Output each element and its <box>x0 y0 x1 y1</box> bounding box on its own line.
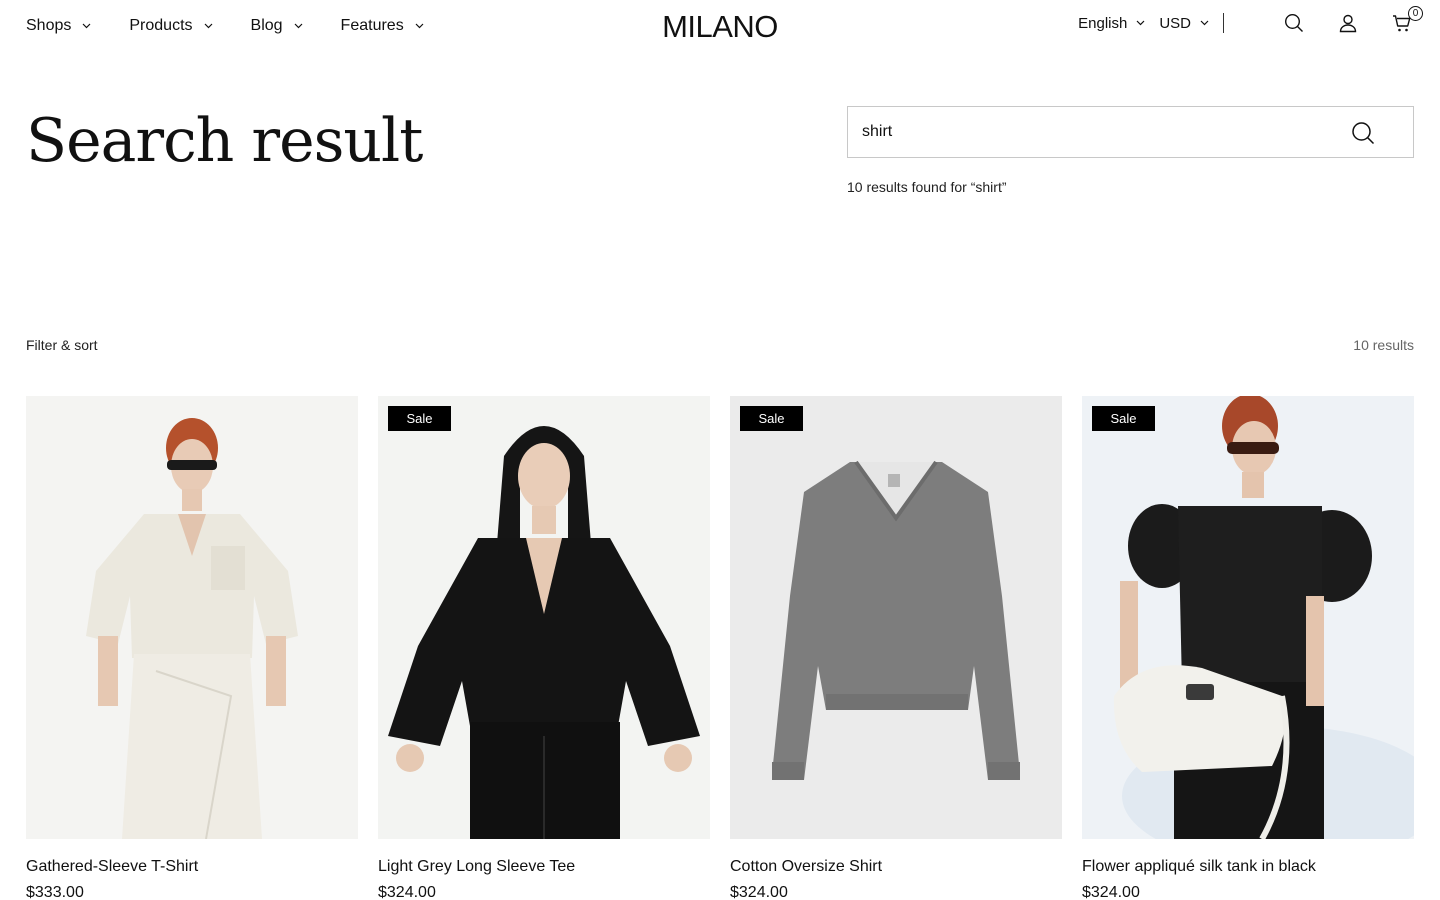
product-name[interactable]: Gathered-Sleeve T-Shirt <box>26 858 358 876</box>
product-price: $324.00 <box>1082 884 1140 900</box>
main-nav: Shops Products Blog Features <box>26 17 462 35</box>
chevron-down-icon <box>82 23 91 29</box>
header-divider <box>1223 13 1224 33</box>
currency-selector[interactable]: USD <box>1159 15 1209 32</box>
chevron-down-icon <box>1200 20 1209 26</box>
site-logo[interactable]: MILANO <box>662 9 778 44</box>
result-count: 10 results <box>1353 337 1414 353</box>
site-header: Shops Products Blog Features MILANO Engl… <box>0 0 1440 56</box>
product-name[interactable]: Light Grey Long Sleeve Tee <box>378 858 710 876</box>
nav-blog[interactable]: Blog <box>251 17 303 35</box>
nav-shops[interactable]: Shops <box>26 17 91 35</box>
product-name[interactable]: Cotton Oversize Shirt <box>730 858 1062 876</box>
page-title: Search result <box>26 106 423 176</box>
sale-badge: Sale <box>740 406 803 431</box>
nav-shops-label: Shops <box>26 17 72 34</box>
chevron-down-icon <box>415 23 424 29</box>
nav-features[interactable]: Features <box>341 17 424 35</box>
product-price: $324.00 <box>378 884 436 900</box>
cart-count-badge: 0 <box>1408 6 1423 21</box>
chevron-down-icon <box>204 23 212 29</box>
header-tools: English USD 0 <box>1078 6 1423 33</box>
sale-badge: Sale <box>388 406 451 431</box>
chevron-down-icon <box>294 23 302 29</box>
cart-button[interactable]: 0 <box>1392 6 1423 33</box>
nav-blog-label: Blog <box>250 17 283 34</box>
language-selector[interactable]: English <box>1078 15 1145 32</box>
currency-label: USD <box>1159 14 1191 32</box>
results-found-text: 10 results found for “shirt” <box>847 179 1007 195</box>
product-name[interactable]: Flower appliqué silk tank in black <box>1082 858 1414 876</box>
nav-products[interactable]: Products <box>129 17 212 35</box>
product-card[interactable]: Sale Flower appliqué silk tank in black … <box>1082 396 1414 900</box>
product-image[interactable]: Sale <box>730 396 1062 839</box>
chevron-down-icon <box>1136 20 1145 26</box>
product-price: $333.00 <box>26 884 84 900</box>
product-grid: Gathered-Sleeve T-Shirt $333.00 Sale Lig… <box>26 396 1414 900</box>
search-form <box>847 106 1414 158</box>
filter-sort-button[interactable]: Filter & sort <box>26 337 98 353</box>
search-input[interactable] <box>862 107 1342 157</box>
product-card[interactable]: Sale Cotton Oversize Shirt $324.00 <box>730 396 1062 900</box>
model-black-tank-bag-image <box>1082 396 1414 839</box>
model-black-top-image <box>378 396 710 839</box>
nav-products-label: Products <box>129 17 193 34</box>
account-button[interactable] <box>1338 13 1358 33</box>
sale-badge: Sale <box>1092 406 1155 431</box>
model-white-shirt-image <box>26 396 358 839</box>
search-button[interactable] <box>1284 13 1304 33</box>
search-submit-icon[interactable] <box>1351 121 1375 145</box>
language-label: English <box>1078 14 1128 32</box>
product-card[interactable]: Sale Light Grey Long Sleeve Tee $324.00 <box>378 396 710 900</box>
nav-features-label: Features <box>340 17 404 34</box>
product-image[interactable]: Sale <box>378 396 710 839</box>
product-price: $324.00 <box>730 884 788 900</box>
grey-sweater-image <box>730 396 1062 839</box>
product-image[interactable]: Sale <box>1082 396 1414 839</box>
search-icon <box>1284 13 1303 32</box>
user-icon <box>1339 14 1357 33</box>
product-image[interactable] <box>26 396 358 839</box>
product-card[interactable]: Gathered-Sleeve T-Shirt $333.00 <box>26 396 358 900</box>
